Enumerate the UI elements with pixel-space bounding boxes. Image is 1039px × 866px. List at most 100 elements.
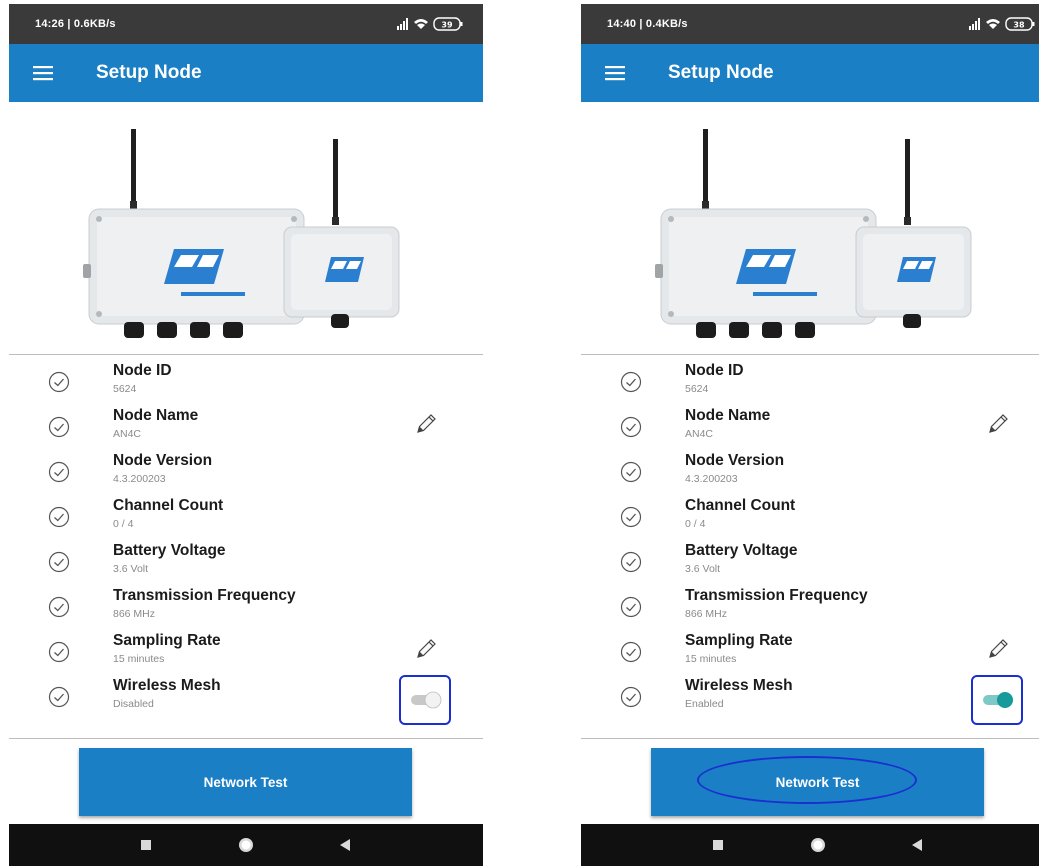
android-nav-bar (9, 824, 483, 866)
check-circle-icon (620, 371, 642, 393)
wireless-mesh-toggle-on[interactable] (981, 691, 1015, 709)
signal-icon (969, 18, 980, 30)
app-bar: Setup Node (9, 44, 483, 102)
row-battery-voltage: Battery Voltage 3.6 Volt (581, 540, 1039, 585)
network-test-label: Network Test (775, 774, 860, 790)
row-value: 866 MHz (113, 608, 156, 620)
toggle-highlight-box (399, 675, 451, 725)
row-value: 5624 (113, 383, 137, 395)
check-circle-icon (620, 551, 642, 573)
check-circle-icon (48, 641, 70, 663)
row-node-id: Node ID 5624 (9, 360, 483, 405)
android-nav-bar (581, 824, 1039, 866)
hamburger-menu-icon[interactable] (33, 65, 53, 81)
network-test-button[interactable]: Network Test (651, 748, 984, 816)
network-test-button[interactable]: Network Test (79, 748, 412, 816)
check-circle-icon (48, 461, 70, 483)
row-label: Sampling Rate (113, 632, 221, 649)
row-node-version: Node Version 4.3.200203 (581, 450, 1039, 495)
node-device-image (655, 129, 972, 338)
check-circle-icon (48, 506, 70, 528)
check-circle-icon (620, 686, 642, 708)
row-label: Battery Voltage (113, 542, 226, 559)
row-label: Node ID (113, 362, 172, 379)
row-battery-voltage: Battery Voltage 3.6 Volt (9, 540, 483, 585)
pencil-icon[interactable] (413, 636, 439, 662)
row-label: Transmission Frequency (685, 587, 868, 604)
battery-level: 39 (441, 21, 453, 30)
recents-square-icon[interactable] (136, 835, 156, 855)
row-value: 3.6 Volt (113, 563, 149, 575)
wireless-mesh-toggle-off[interactable] (409, 691, 443, 709)
hamburger-menu-icon[interactable] (605, 65, 625, 81)
row-label: Channel Count (113, 497, 224, 514)
network-test-label: Network Test (203, 774, 288, 790)
status-time-speed: 14:26 | 0.6KB/s (35, 18, 116, 30)
divider (9, 354, 483, 355)
back-triangle-icon[interactable] (335, 835, 355, 855)
row-value: 3.6 Volt (685, 563, 721, 575)
row-label: Wireless Mesh (113, 677, 221, 694)
row-channel-count: Channel Count 0 / 4 (9, 495, 483, 540)
node-device-image (83, 129, 400, 338)
check-circle-icon (48, 686, 70, 708)
phone-screen-right: 14:40 | 0.4KB/s 38 Setup Node Node ID 56… (581, 4, 1039, 866)
check-circle-icon (620, 506, 642, 528)
row-label: Node Name (685, 407, 771, 424)
check-circle-icon (620, 641, 642, 663)
back-triangle-icon[interactable] (907, 835, 927, 855)
row-node-name[interactable]: Node Name AN4C (9, 405, 483, 450)
row-label: Battery Voltage (685, 542, 798, 559)
status-time-speed: 14:40 | 0.4KB/s (607, 18, 688, 30)
phone-screen-left: 14:26 | 0.6KB/s 39 Setup Node Node ID 56… (9, 4, 483, 866)
row-label: Sampling Rate (685, 632, 793, 649)
row-value: 866 MHz (685, 608, 728, 620)
row-node-version: Node Version 4.3.200203 (9, 450, 483, 495)
row-label: Channel Count (685, 497, 796, 514)
row-value: 0 / 4 (685, 518, 706, 530)
divider (581, 738, 1039, 739)
row-value: Disabled (113, 698, 154, 710)
row-node-name[interactable]: Node Name AN4C (581, 405, 1039, 450)
row-label: Node Name (113, 407, 199, 424)
row-value: 4.3.200203 (113, 473, 166, 485)
status-icons: 38 (969, 17, 1035, 31)
row-value: 5624 (685, 383, 709, 395)
row-value: 0 / 4 (113, 518, 134, 530)
pencil-icon[interactable] (413, 411, 439, 437)
page-title: Setup Node (668, 62, 774, 83)
wifi-icon (986, 19, 1000, 29)
check-circle-icon (48, 551, 70, 573)
wifi-icon (414, 19, 428, 29)
home-circle-icon[interactable] (236, 835, 256, 855)
signal-icon (397, 18, 408, 30)
status-bar: 14:26 | 0.6KB/s 39 (9, 4, 483, 44)
page-title: Setup Node (96, 62, 202, 83)
check-circle-icon (620, 461, 642, 483)
row-label: Node Version (685, 452, 785, 469)
row-channel-count: Channel Count 0 / 4 (581, 495, 1039, 540)
check-circle-icon (48, 416, 70, 438)
row-value: 15 minutes (685, 653, 737, 665)
recents-square-icon[interactable] (708, 835, 728, 855)
row-label: Transmission Frequency (113, 587, 296, 604)
pencil-icon[interactable] (985, 636, 1011, 662)
divider (9, 738, 483, 739)
row-transmission-frequency: Transmission Frequency 866 MHz (581, 585, 1039, 630)
row-value: 4.3.200203 (685, 473, 738, 485)
pencil-icon[interactable] (985, 411, 1011, 437)
row-value: 15 minutes (113, 653, 165, 665)
check-circle-icon (48, 596, 70, 618)
row-label: Wireless Mesh (685, 677, 793, 694)
row-sampling-rate[interactable]: Sampling Rate 15 minutes (9, 630, 483, 675)
row-transmission-frequency: Transmission Frequency 866 MHz (9, 585, 483, 630)
row-value: AN4C (113, 428, 142, 440)
toggle-highlight-box (971, 675, 1023, 725)
home-circle-icon[interactable] (808, 835, 828, 855)
row-value: Enabled (685, 698, 724, 710)
row-wireless-mesh: Wireless Mesh Disabled (9, 675, 483, 725)
status-bar: 14:40 | 0.4KB/s 38 (581, 4, 1039, 44)
battery-level: 38 (1013, 21, 1025, 30)
divider (581, 354, 1039, 355)
row-sampling-rate[interactable]: Sampling Rate 15 minutes (581, 630, 1039, 675)
